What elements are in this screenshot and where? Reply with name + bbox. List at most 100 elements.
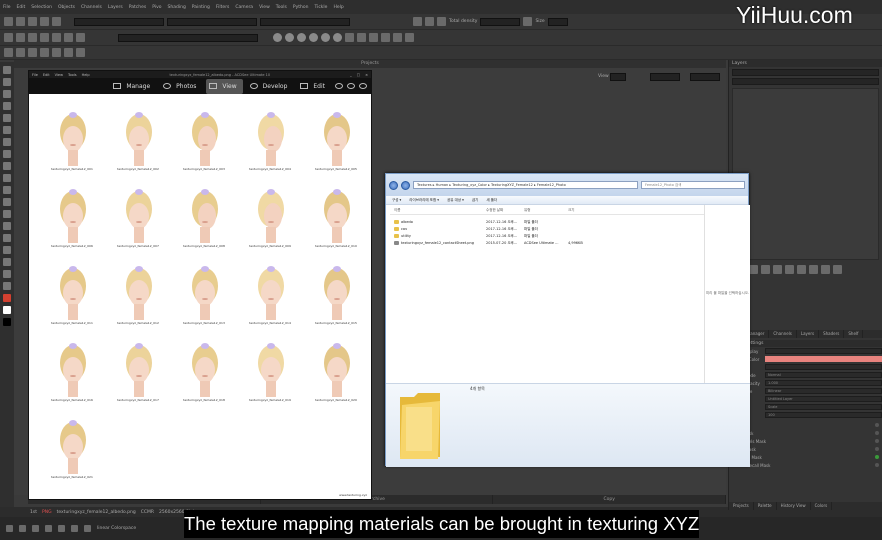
acd-menu-item[interactable]: Help	[82, 73, 90, 77]
density-field[interactable]	[480, 17, 521, 26]
menu-item-tools[interactable]: Tools	[276, 5, 287, 10]
grid-icon[interactable]	[16, 33, 25, 42]
mask-item[interactable]: Paint Mask	[729, 429, 882, 437]
face-thumbnail[interactable]: texturingxyz_female12_010	[303, 181, 369, 261]
menu-item-painting[interactable]: Painting	[192, 5, 210, 10]
adjust-icon[interactable]	[785, 265, 794, 274]
preview-color-swatch[interactable]	[765, 356, 882, 362]
fill-icon[interactable]	[3, 138, 11, 146]
menu-item-python[interactable]: Python	[293, 5, 309, 10]
setting-value[interactable]: Normal	[765, 372, 882, 378]
select-icon[interactable]	[3, 66, 11, 74]
sphere-2-icon[interactable]	[285, 33, 294, 42]
dodge-icon[interactable]	[3, 258, 11, 266]
sphere-3-icon[interactable]	[297, 33, 306, 42]
tool-6-icon[interactable]	[64, 48, 73, 57]
mask-item[interactable]: Mask	[729, 421, 882, 429]
acd-menu-item[interactable]: Edit	[43, 73, 50, 77]
address-field[interactable]: Textures ▸ Human ▸ Texturing_xyz_Color ▸…	[413, 181, 638, 189]
bottom-tab-copy[interactable]: Copy	[493, 495, 727, 504]
paint-icon[interactable]	[40, 33, 49, 42]
share-icon[interactable]	[347, 83, 355, 89]
pan-icon[interactable]	[19, 525, 26, 532]
face-thumbnail[interactable]: texturingxyz_female12_001	[39, 104, 105, 184]
menu-item-edit[interactable]: Edit	[17, 5, 26, 10]
sphere-icon[interactable]	[273, 33, 282, 42]
minimize-button[interactable]: _	[350, 73, 352, 77]
forward-button[interactable]	[401, 180, 410, 190]
move-tool-icon[interactable]	[45, 525, 52, 532]
column-header[interactable]: 수정한 날짜	[486, 208, 503, 213]
acd-menu-item[interactable]: File	[32, 73, 38, 77]
brush-field[interactable]	[74, 17, 164, 26]
procedural-icon[interactable]	[797, 265, 806, 274]
filter-select[interactable]	[690, 73, 720, 81]
scale-icon[interactable]	[58, 525, 65, 532]
right-tab[interactable]: Layers	[797, 330, 820, 338]
setting-value[interactable]: Bilinear	[765, 388, 882, 394]
column-header[interactable]: 유형	[524, 208, 530, 213]
redo-icon[interactable]	[52, 17, 61, 26]
mask-item[interactable]: Paint Pixels Mask	[729, 437, 882, 445]
group-icon[interactable]	[761, 265, 770, 274]
explorer-command[interactable]: 라이브러리에 포함 ▾	[409, 198, 439, 203]
eyedropper-icon[interactable]	[3, 282, 11, 290]
visibility-dot-icon[interactable]	[875, 447, 879, 451]
menu-item-file[interactable]: File	[3, 5, 11, 10]
visibility-dot-icon[interactable]	[875, 455, 879, 459]
down-arrow-icon[interactable]	[32, 525, 39, 532]
pivot-icon[interactable]	[393, 33, 402, 42]
search-field[interactable]: Female12_Photo 검색	[641, 181, 745, 189]
file-row[interactable]: albedo 2017-12-16 오후... 파일 폴더	[392, 219, 707, 226]
back-button[interactable]	[389, 180, 398, 190]
lock-icon[interactable]	[437, 17, 446, 26]
right-tab[interactable]: Shelf	[844, 330, 864, 338]
rotate-icon[interactable]	[6, 525, 13, 532]
setting-value[interactable]	[765, 348, 882, 354]
paint-brush-icon[interactable]	[3, 78, 11, 86]
align-icon[interactable]	[369, 33, 378, 42]
sharpen-icon[interactable]	[3, 246, 11, 254]
tool-1-icon[interactable]	[4, 48, 13, 57]
face-thumbnail[interactable]: texturingxyz_female12_017	[105, 335, 171, 415]
menu-item-objects[interactable]: Objects	[58, 5, 75, 10]
layers-icon[interactable]	[28, 33, 37, 42]
filter-icon[interactable]	[76, 33, 85, 42]
mask-icon[interactable]	[773, 265, 782, 274]
file-row[interactable]: texturingxyz_female12_contactSheet.png 20…	[392, 240, 707, 247]
layer-search-field[interactable]	[732, 69, 879, 76]
rotate-tool-icon[interactable]	[71, 525, 78, 532]
setting-value[interactable]: Untitled Layer	[765, 396, 882, 402]
checkbox-icon[interactable]	[425, 17, 434, 26]
face-thumbnail[interactable]: texturingxyz_female12_002	[105, 104, 171, 184]
explorer-command[interactable]: 새 폴더	[486, 198, 497, 203]
shader-icon[interactable]	[52, 33, 61, 42]
open-icon[interactable]	[16, 17, 25, 26]
acd-tab-edit[interactable]: Edit	[297, 79, 331, 94]
face-thumbnail[interactable]: texturingxyz_female12_007	[105, 181, 171, 261]
menu-item-pivo[interactable]: Pivo	[152, 5, 161, 10]
blur-icon[interactable]	[3, 126, 11, 134]
face-thumbnail[interactable]: texturingxyz_female12_009	[237, 181, 303, 261]
acd-menu-item[interactable]: Tools	[68, 73, 77, 77]
face-thumbnail[interactable]: texturingxyz_female12_020	[303, 335, 369, 415]
mask-item[interactable]: Backface Mask	[729, 453, 882, 461]
merge-icon[interactable]	[821, 265, 830, 274]
view-select[interactable]	[610, 73, 626, 81]
tool-2-icon[interactable]	[16, 48, 25, 57]
menu-item-tickle[interactable]: Tickle	[314, 5, 327, 10]
right-bottom-tab[interactable]: History View	[777, 502, 811, 510]
face-thumbnail[interactable]: texturingxyz_female12_012	[105, 258, 171, 338]
face-thumbnail[interactable]: texturingxyz_female12_015	[303, 258, 369, 338]
visibility-dot-icon[interactable]	[875, 431, 879, 435]
maximize-button[interactable]: □	[357, 73, 360, 77]
right-bottom-tab[interactable]: Palette	[754, 502, 777, 510]
right-bottom-tab[interactable]: Colors	[811, 502, 833, 510]
eraser-icon[interactable]	[3, 90, 11, 98]
delete-icon[interactable]	[833, 265, 842, 274]
status-file-1[interactable]: texturingxyz_female12_albedo.png	[57, 510, 136, 515]
stamp-icon[interactable]	[3, 234, 11, 242]
right-tab[interactable]: Channels	[769, 330, 797, 338]
sphere-5-icon[interactable]	[321, 33, 330, 42]
status-file-2[interactable]: CCMR	[141, 510, 154, 515]
